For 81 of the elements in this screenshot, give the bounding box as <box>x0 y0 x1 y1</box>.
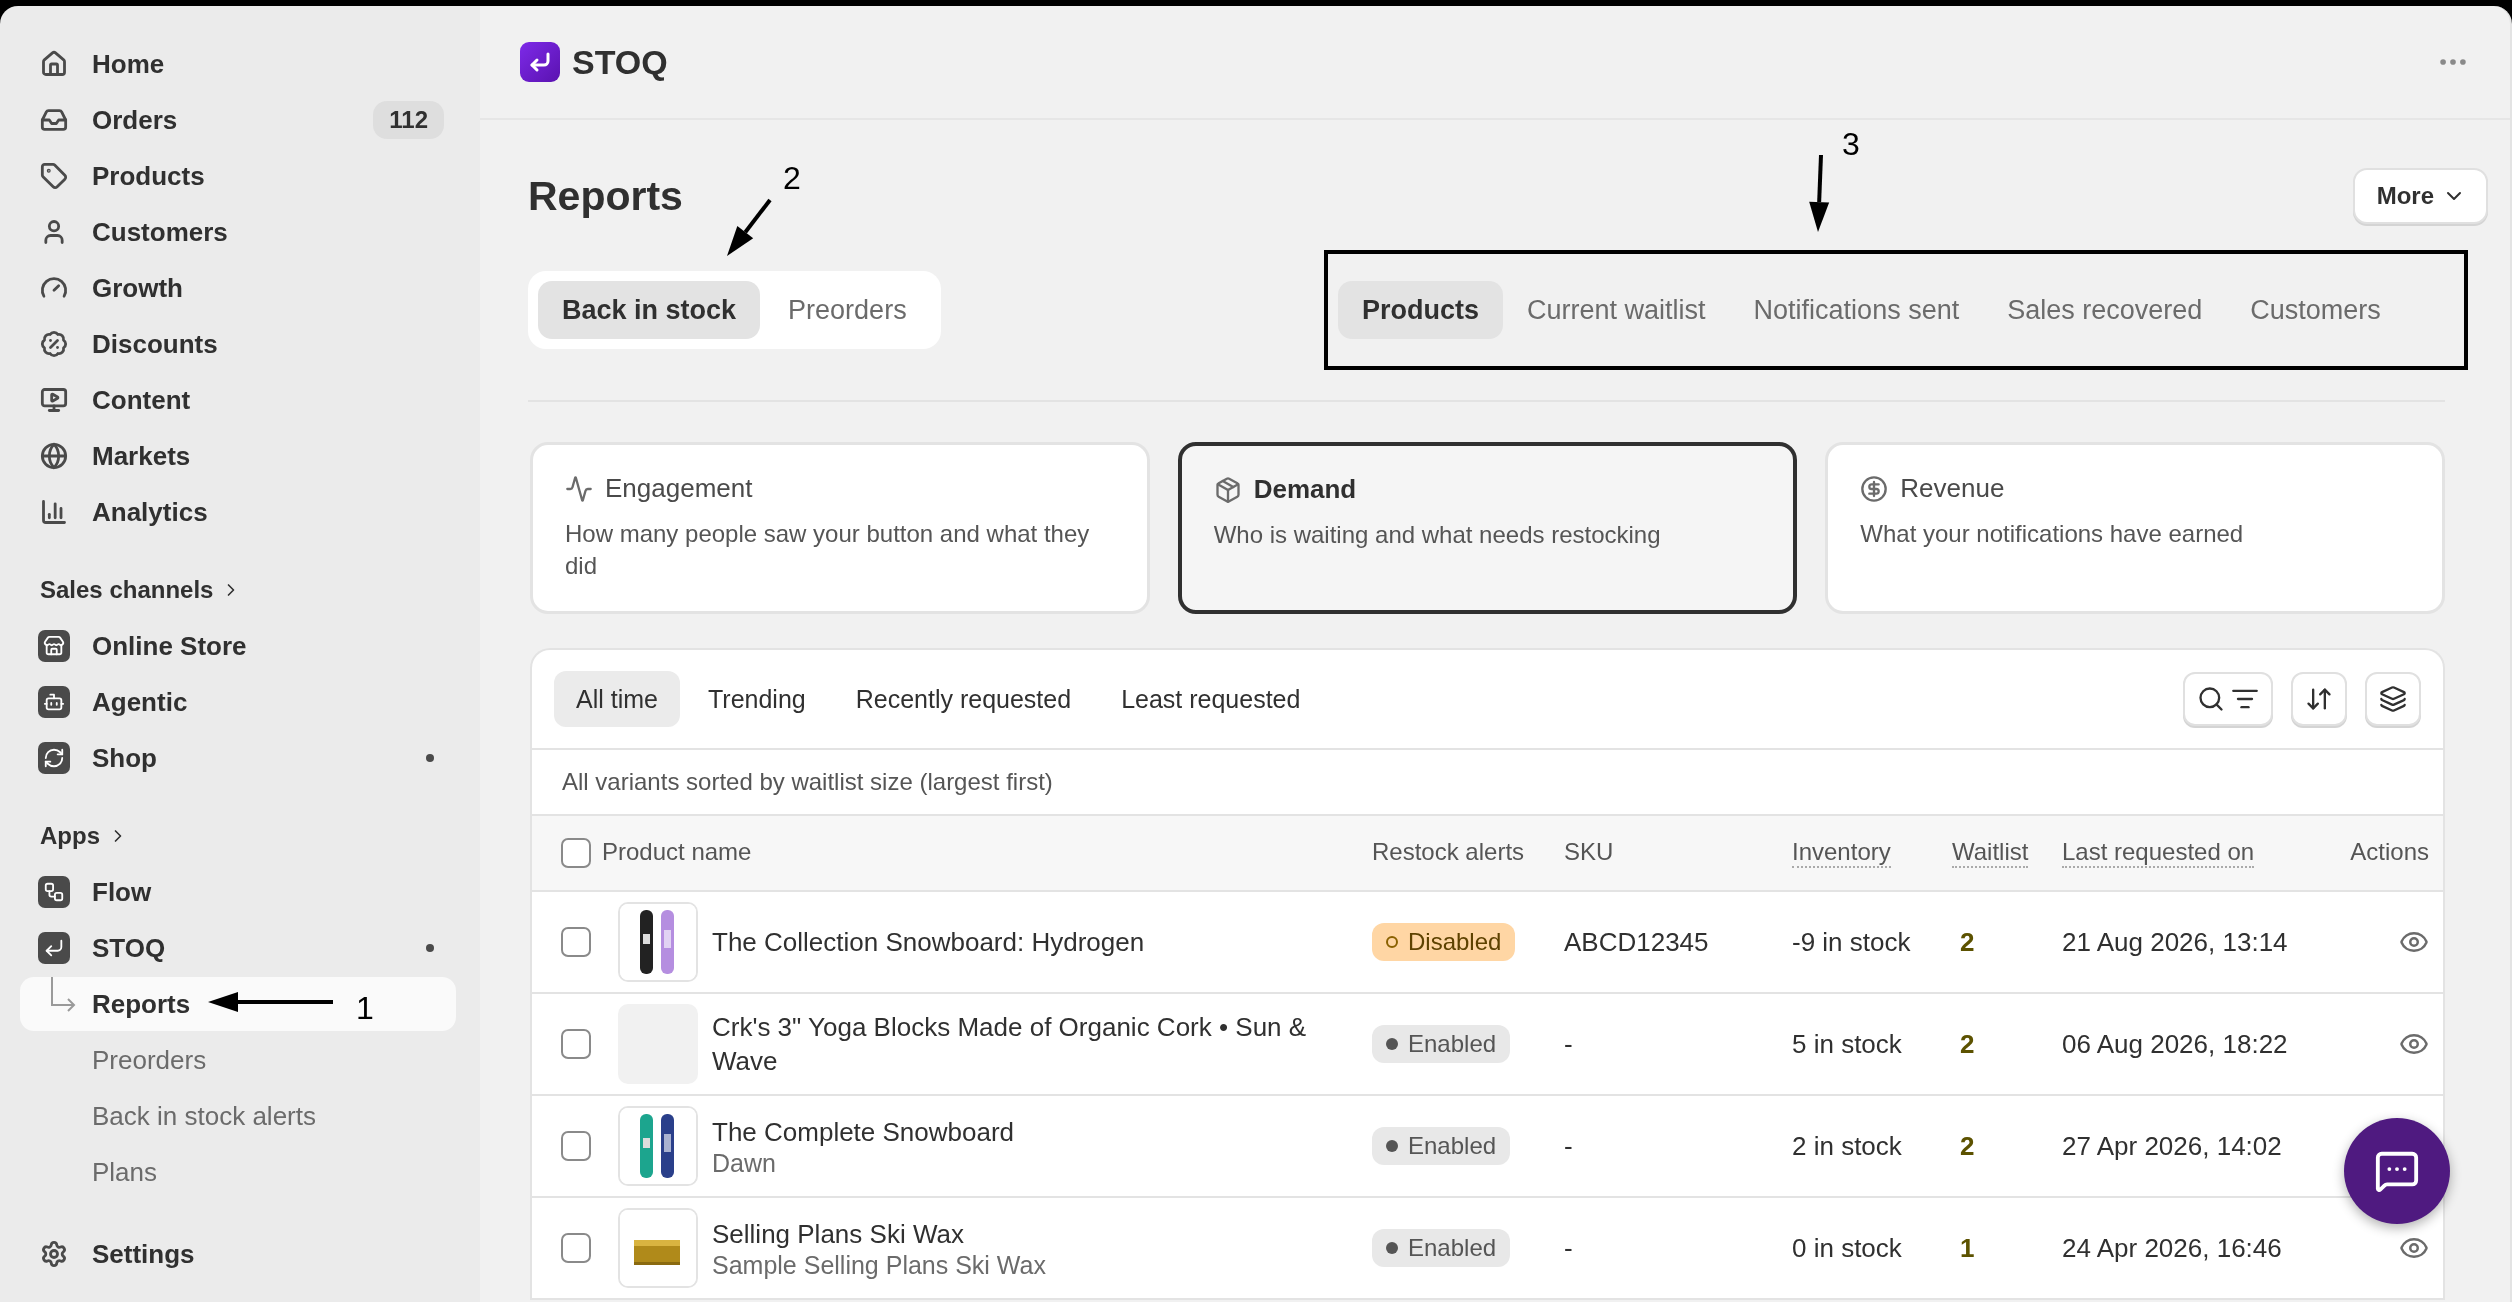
filter-tab[interactable]: All time <box>554 671 680 727</box>
table-cell-text: - <box>1564 1028 1574 1060</box>
product-name[interactable]: Selling Plans Ski Wax <box>712 1216 1046 1251</box>
column-header[interactable]: Inventory <box>1792 838 1891 868</box>
sidebar-subitem[interactable]: Back in stock alerts <box>20 1089 456 1143</box>
table-cell-text: 2 <box>1959 926 1976 958</box>
table-caption: All variants sorted by waitlist size (largest first) <box>561 767 1054 797</box>
tab[interactable]: Notifications sent <box>1729 281 1984 339</box>
more-button[interactable]: More <box>2352 168 2488 224</box>
table-cell-text: 2 <box>1959 1028 1976 1060</box>
product-name[interactable]: Crk's 3" Yoga Blocks Made of Organic Cork • Sun & Wave <box>712 1010 1372 1078</box>
status-badge: Enabled <box>1372 1127 1511 1165</box>
sidebar-item[interactable]: STOQ <box>0 920 480 976</box>
table-cell-text: 06 Aug 2026, 18:22 <box>2062 1028 2289 1060</box>
report-card[interactable]: Revenue What your notifications have earned <box>1825 442 2445 614</box>
sidebar-item[interactable]: Shop <box>0 730 480 786</box>
sidebar-item[interactable]: Settings <box>0 1226 480 1282</box>
sidebar-item[interactable]: Content <box>0 372 480 428</box>
tab[interactable]: Sales recovered <box>1983 281 2227 339</box>
filter-tab[interactable]: Trending <box>685 671 828 727</box>
section-link[interactable]: Sales channels <box>0 562 480 618</box>
sidebar-subitem[interactable]: Preorders <box>20 1033 456 1087</box>
sidebar-item[interactable]: Customers <box>0 204 480 260</box>
sidebar-item[interactable]: Markets <box>0 428 480 484</box>
table-cell-text: 24 Apr 2026, 16:46 <box>2062 1232 2283 1264</box>
tab[interactable]: Products <box>1338 281 1504 339</box>
column-header: Product name <box>602 838 752 867</box>
annotation-number: 2 <box>783 160 801 197</box>
status-badge: Disabled <box>1372 923 1516 961</box>
table-cell-text: 27 Apr 2026, 14:02 <box>2062 1130 2283 1162</box>
filter-tab[interactable]: Least requested <box>1099 671 1323 727</box>
card-title: Demand <box>1253 474 1357 505</box>
table-cell-text: 21 Aug 2026, 13:14 <box>2062 926 2289 958</box>
card-description: How many people saw your button and what they did <box>565 519 1091 581</box>
table-cell-text: - <box>1564 1130 1574 1162</box>
report-card[interactable]: Demand Who is waiting and what needs restocking <box>1177 442 1798 614</box>
card-description: Who is waiting and what needs restocking <box>1213 520 1662 550</box>
table-cell-text: 5 in stock <box>1792 1028 1903 1060</box>
sidebar-item[interactable]: Growth <box>0 260 480 316</box>
filter-tab[interactable]: Recently requested <box>833 671 1094 727</box>
sidebar-item[interactable]: Discounts <box>0 316 480 372</box>
status-badge: Enabled <box>1372 1229 1511 1267</box>
variant-name: Dawn <box>712 1148 777 1178</box>
sidebar-item[interactable]: Products <box>0 148 480 204</box>
card-title: Engagement <box>605 473 753 504</box>
column-header: Actions <box>2350 838 2429 867</box>
card-title: Revenue <box>1900 473 2005 504</box>
table-cell-text: 0 in stock <box>1792 1232 1903 1264</box>
sidebar-item[interactable]: Agentic <box>0 674 480 730</box>
column-header[interactable]: Last requested on <box>2062 838 2255 868</box>
table-cell-text: 2 <box>1959 1130 1976 1162</box>
column-header: SKU <box>1564 838 1614 867</box>
product-name[interactable]: The Complete Snowboard <box>712 1114 1015 1149</box>
sidebar-item[interactable]: Analytics <box>0 484 480 540</box>
sidebar-item[interactable]: Flow <box>0 864 480 920</box>
segment-button[interactable]: Back in stock <box>538 281 761 339</box>
section-link[interactable]: Apps <box>0 808 480 864</box>
column-header: Restock alerts <box>1372 838 1525 867</box>
sidebar-item[interactable]: Orders 112 <box>0 92 480 148</box>
tab[interactable]: Current waitlist <box>1503 281 1730 339</box>
table-cell-text: 2 in stock <box>1792 1130 1903 1162</box>
table-cell-text: -9 in stock <box>1792 926 1912 958</box>
status-badge: Enabled <box>1372 1025 1511 1063</box>
table-cell-text: 1 <box>1959 1232 1976 1264</box>
app-name: STOQ <box>572 42 669 82</box>
annotation-number: 1 <box>356 990 374 1027</box>
table-cell-text: ABCD12345 <box>1564 926 1710 958</box>
count-badge: 112 <box>373 101 444 139</box>
segment-button[interactable]: Preorders <box>764 281 931 339</box>
variant-name: Sample Selling Plans Ski Wax <box>712 1250 1046 1280</box>
report-card[interactable]: Engagement How many people saw your button and what they did <box>530 442 1150 614</box>
table-cell-text: - <box>1564 1232 1574 1264</box>
product-name[interactable]: The Collection Snowboard: Hydrogen <box>712 925 1145 959</box>
sidebar-subitem[interactable]: Plans <box>20 1145 456 1199</box>
tab[interactable]: Customers <box>2226 281 2405 339</box>
card-description: What your notifications have earned <box>1860 519 2245 549</box>
sidebar-item[interactable]: Home <box>0 36 480 92</box>
annotation-number: 3 <box>1842 126 1860 163</box>
column-header[interactable]: Waitlist <box>1952 838 2029 868</box>
sidebar-item[interactable]: Online Store <box>0 618 480 674</box>
page-title: Reports <box>528 172 683 220</box>
